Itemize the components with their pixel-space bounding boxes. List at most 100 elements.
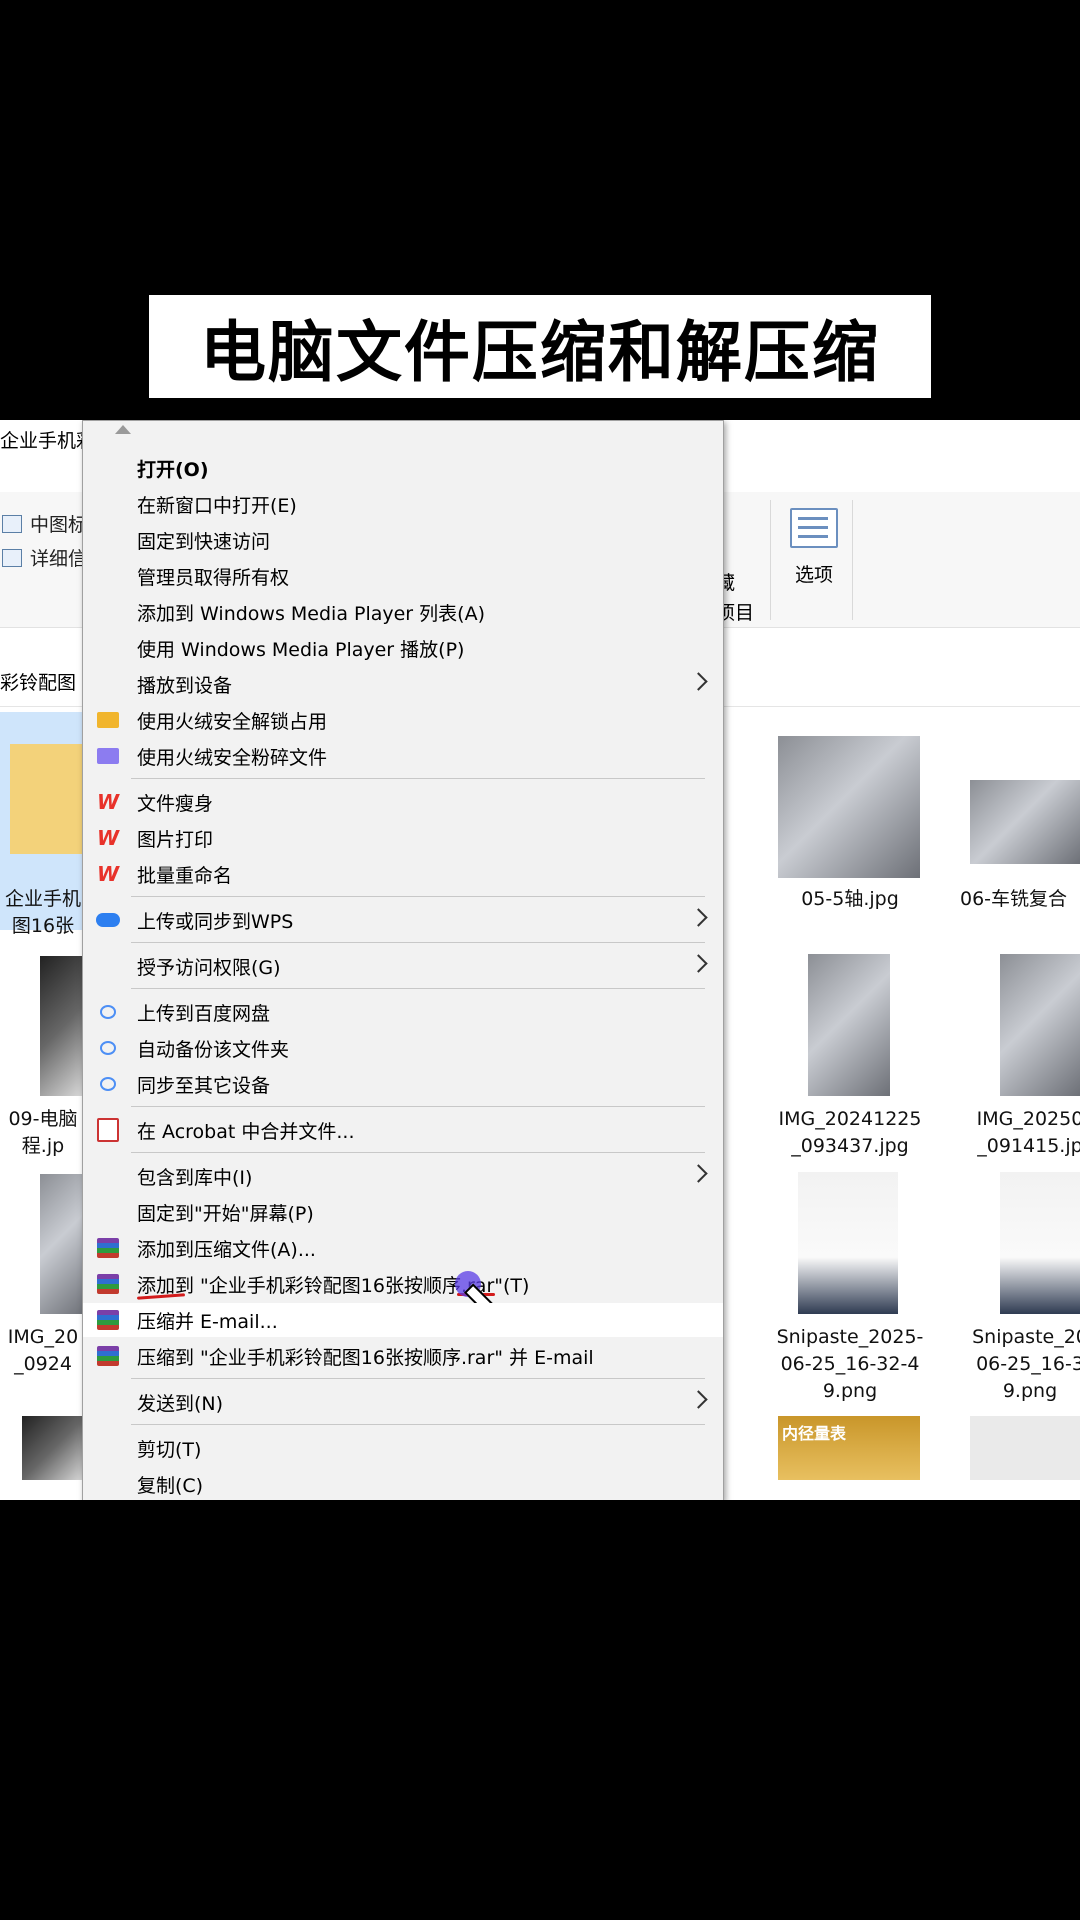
file-name: 05-5轴.jpg <box>801 888 899 910</box>
file-tile[interactable]: 05-5轴.jpg <box>760 886 940 913</box>
winrar-icon <box>96 1237 120 1259</box>
menu-item-file-slim[interactable]: W 文件瘦身 <box>83 785 723 819</box>
menu-item-add-wmp-list[interactable]: 添加到 Windows Media Player 列表(A) <box>83 595 723 629</box>
file-name: 图16张 <box>11 915 75 937</box>
menu-item-open-new-window[interactable]: 在新窗口中打开(E) <box>83 487 723 521</box>
file-name: 9.png <box>822 1380 878 1402</box>
details-label: 详细信 <box>30 548 88 570</box>
menu-item-grant-access[interactable]: 授予访问权限(G) <box>83 949 723 983</box>
medium-icons-label: 中图标 <box>30 514 88 536</box>
menu-item-huorong-shred[interactable]: 使用火绒安全粉碎文件 <box>83 739 723 773</box>
image-thumbnail[interactable] <box>798 1172 898 1314</box>
chevron-right-icon <box>689 908 708 927</box>
image-thumbnail[interactable] <box>1000 1172 1080 1314</box>
image-thumbnail[interactable] <box>970 780 1080 864</box>
file-tile[interactable]: IMG_20241225 _093437.jpg <box>760 1106 940 1160</box>
image-thumbnail[interactable]: 内径量表 <box>778 1416 920 1480</box>
image-thumbnail[interactable] <box>22 1416 86 1480</box>
menu-item-open[interactable]: 打开(O) <box>83 451 723 485</box>
address-path: 彩铃配图 <box>0 672 77 694</box>
file-tile[interactable]: 09-电脑 程.jp <box>0 1106 86 1160</box>
menu-separator <box>131 1152 705 1153</box>
image-thumbnail[interactable] <box>970 1416 1080 1480</box>
menu-item-pin-quick-access[interactable]: 固定到快速访问 <box>83 523 723 557</box>
menu-separator <box>131 1106 705 1107</box>
details-option[interactable]: 详细信 <box>2 544 87 571</box>
menu-item-pin-start[interactable]: 固定到"开始"屏幕(P) <box>83 1195 723 1229</box>
menu-item-send-to[interactable]: 发送到(N) <box>83 1385 723 1419</box>
menu-separator <box>131 896 705 897</box>
medium-icons-option[interactable]: 中图标 <box>2 510 87 537</box>
menu-item-label: 文件瘦身 <box>137 792 214 815</box>
options-label: 选项 <box>794 564 833 586</box>
menu-item-label: 播放到设备 <box>137 674 233 697</box>
options-icon <box>790 508 838 548</box>
file-name: 06-25_16-3 <box>976 1353 1080 1375</box>
file-name: IMG_20241225 <box>778 1108 922 1130</box>
chevron-right-icon <box>689 954 708 973</box>
acrobat-icon <box>96 1118 120 1142</box>
file-tile[interactable]: IMG_20250 _091415.jp <box>960 1106 1080 1160</box>
options-button[interactable]: 选项 <box>784 508 844 587</box>
menu-item-acrobat-merge[interactable]: 在 Acrobat 中合并文件... <box>83 1113 723 1147</box>
file-name: _091415.jp <box>977 1135 1080 1157</box>
file-name: 09-电脑 <box>8 1108 78 1130</box>
file-name: 06-25_16-32-4 <box>780 1353 920 1375</box>
menu-item-add-to-archive[interactable]: 添加到压缩文件(A)... <box>83 1231 723 1265</box>
menu-item-label: 压缩并 E-mail... <box>137 1310 278 1333</box>
wps-icon: W <box>96 862 120 886</box>
menu-item-take-ownership[interactable]: 管理员取得所有权 <box>83 559 723 593</box>
menu-item-image-print[interactable]: W 图片打印 <box>83 821 723 855</box>
menu-item-include-library[interactable]: 包含到库中(I) <box>83 1159 723 1193</box>
file-name: 程.jp <box>21 1135 65 1157</box>
menu-item-cast-to-device[interactable]: 播放到设备 <box>83 667 723 701</box>
menu-separator <box>131 942 705 943</box>
image-thumbnail[interactable] <box>40 1174 86 1314</box>
file-name: 06-车铣复合 <box>960 888 1068 910</box>
winrar-icon <box>96 1273 120 1295</box>
menu-item-baidu-backup[interactable]: 自动备份该文件夹 <box>83 1031 723 1065</box>
scroll-up-arrow-icon[interactable] <box>115 425 131 434</box>
chevron-right-icon <box>689 672 708 691</box>
file-name: IMG_20250 <box>976 1108 1080 1130</box>
wps-icon: W <box>96 826 120 850</box>
file-tile[interactable]: IMG_20 _0924 <box>0 1324 86 1378</box>
menu-item-add-to-rar[interactable]: 添加到 "企业手机彩铃配图16张按顺序.rar"(T) <box>83 1267 723 1327</box>
menu-item-huorong-unlock[interactable]: 使用火绒安全解锁占用 <box>83 703 723 737</box>
menu-item-label: 固定到"开始"屏幕(P) <box>137 1202 314 1225</box>
menu-item-label: 使用火绒安全粉碎文件 <box>137 746 328 769</box>
menu-item-label: 包含到库中(I) <box>137 1166 253 1189</box>
menu-item-play-wmp[interactable]: 使用 Windows Media Player 播放(P) <box>83 631 723 665</box>
file-tile[interactable]: 06-车铣复合 <box>960 886 1080 913</box>
image-thumbnail[interactable] <box>778 736 920 878</box>
ribbon-divider <box>852 500 853 620</box>
baidu-netdisk-icon <box>96 1001 120 1023</box>
image-thumbnail[interactable] <box>40 956 86 1096</box>
menu-item-label: 打开(O) <box>137 458 209 481</box>
menu-separator <box>131 778 705 779</box>
ribbon-divider <box>770 500 771 620</box>
menu-item-compress-to-rar-email[interactable]: 压缩到 "企业手机彩铃配图16张按顺序.rar" 并 E-mail <box>83 1339 723 1373</box>
file-tile[interactable]: 企业手机 图16张 <box>0 886 86 940</box>
menu-separator <box>131 1378 705 1379</box>
menu-item-compress-email[interactable]: 压缩并 E-mail... <box>83 1303 723 1337</box>
file-tile[interactable]: Snipaste_20 06-25_16-3 9.png <box>960 1324 1080 1405</box>
menu-item-copy[interactable]: 复制(C) <box>83 1467 723 1500</box>
menu-item-batch-rename[interactable]: W 批量重命名 <box>83 857 723 891</box>
image-thumbnail[interactable] <box>1000 954 1080 1096</box>
wps-icon: W <box>96 790 120 814</box>
menu-item-label: 管理员取得所有权 <box>137 566 290 589</box>
huorong-shred-icon <box>96 745 120 767</box>
title-banner: 电脑文件压缩和解压缩 <box>149 295 931 398</box>
menu-item-upload-wps[interactable]: 上传或同步到WPS <box>83 903 723 937</box>
menu-item-label: 复制(C) <box>137 1474 204 1497</box>
thumbnail-caption: 内径量表 <box>782 1424 847 1443</box>
menu-item-label: 压缩到 "企业手机彩铃配图16张按顺序.rar" 并 E-mail <box>137 1346 594 1369</box>
menu-item-baidu-sync[interactable]: 同步至其它设备 <box>83 1067 723 1101</box>
menu-item-baidu-upload[interactable]: 上传到百度网盘 <box>83 995 723 1029</box>
menu-item-cut[interactable]: 剪切(T) <box>83 1431 723 1465</box>
menu-separator <box>131 988 705 989</box>
image-thumbnail[interactable] <box>808 954 890 1096</box>
file-tile[interactable]: Snipaste_2025- 06-25_16-32-4 9.png <box>760 1324 940 1405</box>
file-name: 企业手机 <box>4 888 81 910</box>
